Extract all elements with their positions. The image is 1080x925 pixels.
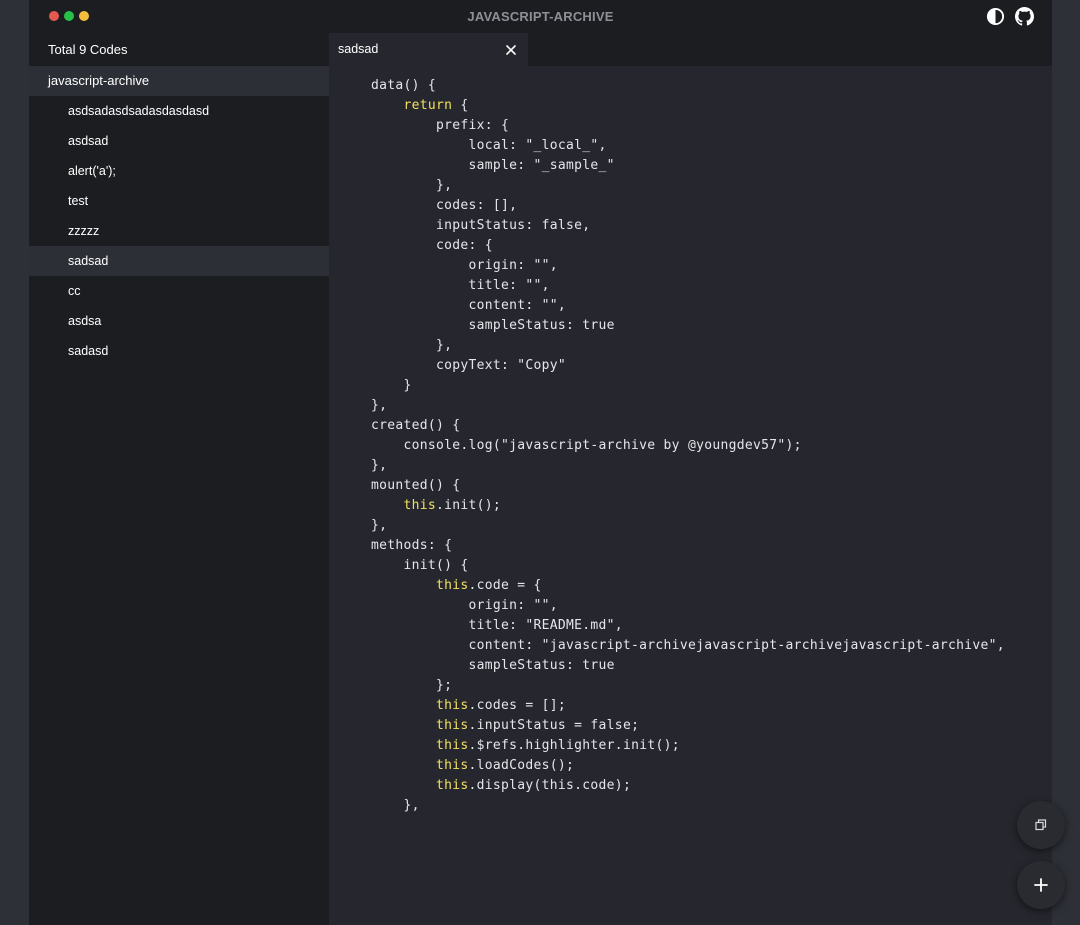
code-list-item[interactable]: alert('a'); xyxy=(29,156,329,186)
code-line: local: "_local_", xyxy=(371,138,607,153)
code-list-item[interactable]: test xyxy=(29,186,329,216)
code-line: content: "javascript-archivejavascript-a… xyxy=(371,638,1005,653)
code-line: origin: "", xyxy=(371,598,558,613)
code-line: copyText: "Copy" xyxy=(371,358,567,373)
code-list-item[interactable]: zzzzz xyxy=(29,216,329,246)
keyword-token: this xyxy=(403,498,437,513)
code-line: this.codes = []; xyxy=(436,698,567,713)
code-line: console.log("javascript-archive by @youn… xyxy=(371,438,802,453)
code-line: code: { xyxy=(371,238,493,253)
code-viewer[interactable]: data() { return { prefix: { local: "_loc… xyxy=(371,76,1005,816)
editor-panel: sadsad data() { return { prefix: { local… xyxy=(329,33,1052,925)
code-line: } xyxy=(371,378,412,393)
plus-icon xyxy=(1034,878,1048,892)
code-line: this.inputStatus = false; xyxy=(436,718,640,733)
title-bar: JAVASCRIPT-ARCHIVE xyxy=(29,0,1052,33)
code-line: content: "", xyxy=(371,298,567,313)
code-line: }, xyxy=(371,338,453,353)
code-line: codes: [], xyxy=(371,198,518,213)
github-icon[interactable] xyxy=(1015,7,1034,26)
code-line: }; xyxy=(371,678,453,693)
theme-toggle-icon[interactable] xyxy=(986,7,1005,26)
code-line: origin: "", xyxy=(371,258,558,273)
code-list-item[interactable]: sadsad xyxy=(29,246,329,276)
code-line: data() { xyxy=(371,78,437,93)
tab-bar: sadsad xyxy=(329,33,1052,66)
keyword-token: this xyxy=(436,718,469,733)
code-list: asdsadasdsadasdasdasd asdsad alert('a'); te… xyxy=(29,96,329,366)
code-line: methods: { xyxy=(371,538,453,553)
code-line: }, xyxy=(371,178,453,193)
code-line: sampleStatus: true xyxy=(371,318,615,333)
code-line: this.display(this.code); xyxy=(436,778,632,793)
code-line: this.init(); xyxy=(403,498,502,513)
keyword-token: this xyxy=(436,758,469,773)
code-list-item[interactable]: asdsa xyxy=(29,306,329,336)
keyword-token: this xyxy=(436,578,469,593)
code-line: mounted() { xyxy=(371,478,461,493)
code-line: sample: "_sample_" xyxy=(371,158,615,173)
code-line: this.code = { xyxy=(436,578,542,593)
copy-icon xyxy=(1035,819,1047,831)
code-list-item[interactable]: cc xyxy=(29,276,329,306)
code-line: title: "README.md", xyxy=(371,618,623,633)
code-list-item[interactable]: asdsad xyxy=(29,126,329,156)
code-line: init() { xyxy=(371,558,469,573)
code-line: inputStatus: false, xyxy=(371,218,591,233)
keyword-token: this xyxy=(436,738,469,753)
code-line: }, xyxy=(371,798,420,813)
tab-label: sadsad xyxy=(338,42,379,56)
code-line: created() { xyxy=(371,418,461,433)
code-line: }, xyxy=(371,458,388,473)
code-line: sampleStatus: true xyxy=(371,658,615,673)
sidebar: Total 9 Codes javascript-archive asdsada… xyxy=(29,33,329,925)
code-line: title: "", xyxy=(371,278,550,293)
code-line: prefix: { xyxy=(371,118,510,133)
code-list-item[interactable]: asdsadasdsadasdasdasd xyxy=(29,96,329,126)
code-line: this.$refs.highlighter.init(); xyxy=(436,738,680,753)
keyword-token: this xyxy=(436,778,469,793)
code-list-item[interactable]: sadasd xyxy=(29,336,329,366)
copy-button[interactable] xyxy=(1017,801,1065,849)
sidebar-group-javascript-archive[interactable]: javascript-archive xyxy=(29,66,329,96)
keyword-token: this xyxy=(436,698,469,713)
close-icon[interactable] xyxy=(504,43,518,57)
app-title: JAVASCRIPT-ARCHIVE xyxy=(467,9,614,24)
keyword-token: return xyxy=(403,98,453,113)
tab-sadsad[interactable]: sadsad xyxy=(329,33,528,66)
code-line: }, xyxy=(371,518,388,533)
code-line: return { xyxy=(403,98,469,113)
code-count: Total 9 Codes xyxy=(48,42,128,57)
add-code-button[interactable] xyxy=(1017,861,1065,909)
code-line: this.loadCodes(); xyxy=(436,758,575,773)
title-actions xyxy=(986,7,1034,26)
code-line: }, xyxy=(371,398,388,413)
